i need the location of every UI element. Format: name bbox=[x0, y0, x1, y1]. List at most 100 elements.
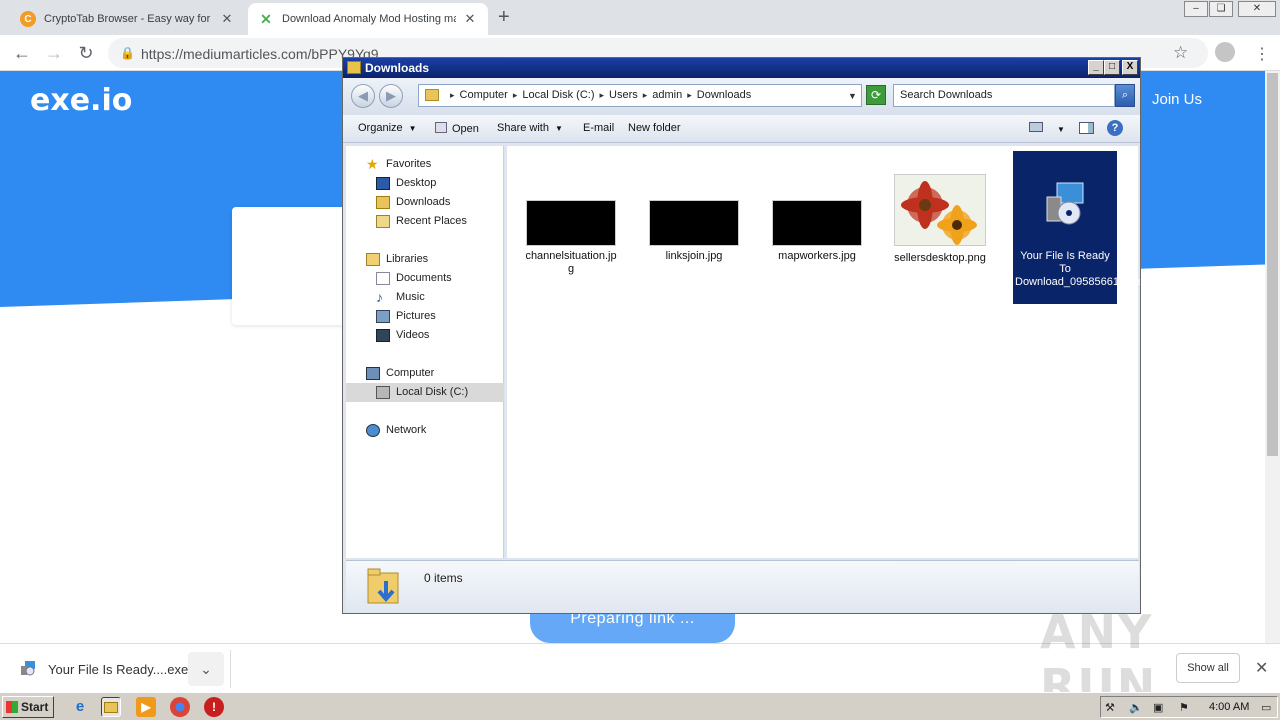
minimize-button[interactable]: _ bbox=[1088, 60, 1104, 75]
tab-title: CryptoTab Browser - Easy way for B bbox=[44, 13, 213, 25]
new-tab-button[interactable]: + bbox=[498, 6, 510, 29]
explorer-window: Downloads _ □ X ◀ ▶ ▸ Computer ▸ Local Disk… bbox=[342, 57, 1152, 614]
nav-label: Pictures bbox=[396, 310, 436, 322]
restore-button[interactable]: ❏ bbox=[1209, 1, 1233, 17]
file-thumbnail bbox=[526, 200, 616, 246]
breadcrumb-arrow-icon[interactable]: ▸ bbox=[513, 90, 518, 100]
profile-avatar-icon[interactable] bbox=[1215, 42, 1235, 62]
nav-music[interactable]: ♪ Music bbox=[346, 288, 504, 307]
breadcrumb-local-disk[interactable]: Local Disk (C:) bbox=[522, 89, 594, 101]
chrome-icon[interactable] bbox=[170, 697, 190, 717]
show-desktop-icon[interactable]: ▭ bbox=[1261, 701, 1271, 714]
close-tab-icon[interactable]: ✕ bbox=[462, 11, 478, 27]
breadcrumb-arrow-icon[interactable]: ▸ bbox=[643, 90, 648, 100]
breadcrumb-arrow-icon[interactable]: ▸ bbox=[599, 90, 604, 100]
nav-desktop[interactable]: Desktop bbox=[346, 174, 504, 193]
breadcrumb-admin[interactable]: admin bbox=[652, 89, 682, 101]
close-tab-icon[interactable]: ✕ bbox=[219, 11, 235, 27]
close-button[interactable]: X bbox=[1122, 60, 1138, 75]
nav-downloads[interactable]: Downloads bbox=[346, 193, 504, 212]
back-button[interactable]: ← bbox=[10, 41, 34, 65]
tab-cryptotab[interactable]: C CryptoTab Browser - Easy way for B ✕ bbox=[10, 3, 245, 35]
minimize-button[interactable]: – bbox=[1184, 1, 1208, 17]
reload-button[interactable]: ↻ bbox=[74, 41, 98, 65]
tab-download-anomaly[interactable]: ✕ Download Anomaly Mod Hosting mas ✕ bbox=[248, 3, 488, 35]
nav-network[interactable]: Network bbox=[346, 421, 504, 440]
file-item[interactable]: sellersdesktop.png bbox=[888, 174, 992, 265]
forward-arrow-icon[interactable]: ▶ bbox=[379, 84, 403, 108]
nav-computer[interactable]: Computer bbox=[346, 364, 504, 383]
share-with-button[interactable]: Share with ▼ bbox=[497, 122, 563, 134]
recent-places-icon bbox=[376, 215, 390, 228]
internet-explorer-icon[interactable]: e bbox=[70, 697, 90, 717]
navigation-pane: ★ Favorites Desktop Downloads Recent Pla… bbox=[346, 146, 504, 558]
download-item-name[interactable]: Your File Is Ready....exe bbox=[48, 662, 188, 677]
breadcrumb-arrow-icon[interactable]: ▸ bbox=[450, 90, 455, 100]
nav-label: Desktop bbox=[396, 177, 437, 189]
start-button[interactable]: Start bbox=[2, 696, 54, 718]
tab-title: Download Anomaly Mod Hosting mas bbox=[282, 13, 456, 25]
new-folder-button[interactable]: New folder bbox=[628, 122, 681, 134]
nav-videos[interactable]: Videos bbox=[346, 326, 504, 345]
start-label: Start bbox=[21, 700, 49, 714]
chevron-down-icon[interactable]: ⌄ bbox=[188, 652, 224, 686]
nav-documents[interactable]: Documents bbox=[346, 269, 504, 288]
nav-local-disk[interactable]: Local Disk (C:) bbox=[346, 383, 504, 402]
breadcrumb-downloads[interactable]: Downloads bbox=[697, 89, 751, 101]
file-item[interactable]: mapworkers.jpg bbox=[765, 200, 869, 263]
downloads-folder-icon bbox=[425, 89, 439, 102]
dropdown-arrow-icon: ▼ bbox=[408, 124, 417, 133]
menu-dots-icon[interactable]: ⋮ bbox=[1254, 44, 1270, 64]
preview-pane-icon[interactable] bbox=[1079, 122, 1094, 137]
nav-pictures[interactable]: Pictures bbox=[346, 307, 504, 326]
help-icon[interactable]: ? bbox=[1107, 120, 1123, 136]
search-input[interactable]: Search Downloads bbox=[893, 84, 1115, 107]
file-item[interactable]: channelsituation.jpg bbox=[519, 200, 623, 276]
breadcrumb-arrow-icon[interactable]: ▸ bbox=[687, 90, 692, 100]
file-name: channelsituation.jpg bbox=[525, 250, 617, 275]
bookmark-star-icon[interactable]: ☆ bbox=[1173, 43, 1188, 63]
clock[interactable]: 4:00 AM bbox=[1209, 701, 1249, 713]
change-view-icon[interactable] bbox=[1029, 122, 1043, 135]
share-with-label: Share with bbox=[497, 122, 549, 134]
divider bbox=[230, 650, 231, 688]
site-logo[interactable]: exe.io bbox=[30, 83, 132, 118]
explorer-title-bar[interactable]: Downloads _ □ X bbox=[343, 58, 1140, 78]
scrollbar-thumb[interactable] bbox=[1267, 73, 1278, 456]
folder-icon bbox=[347, 61, 361, 74]
maximize-button[interactable]: □ bbox=[1104, 60, 1120, 75]
windows-explorer-icon[interactable] bbox=[101, 697, 121, 717]
breadcrumb[interactable]: ▸ Computer ▸ Local Disk (C:) ▸ Users ▸ admin ▸ Do… bbox=[418, 84, 862, 107]
file-item-selected[interactable]: Your File Is Ready To Download_095856610… bbox=[1013, 151, 1152, 304]
file-item[interactable]: linksjoin.jpg bbox=[642, 200, 746, 263]
search-icon[interactable]: ⌕ bbox=[1115, 84, 1135, 107]
breadcrumb-users[interactable]: Users bbox=[609, 89, 638, 101]
media-player-icon[interactable]: ▶ bbox=[136, 697, 156, 717]
refresh-icon[interactable]: ⟳ bbox=[866, 85, 886, 105]
file-name: sellersdesktop.png bbox=[894, 252, 986, 264]
network-tray-icon[interactable]: ▣ bbox=[1153, 701, 1163, 714]
action-center-flag-icon[interactable]: ⚑ bbox=[1179, 701, 1189, 714]
breadcrumb-computer[interactable]: Computer bbox=[460, 89, 508, 101]
email-button[interactable]: E-mail bbox=[583, 122, 614, 134]
file-thumbnail bbox=[649, 200, 739, 246]
tray-wrench-icon[interactable]: ⚒ bbox=[1105, 701, 1115, 714]
nav-favorites[interactable]: ★ Favorites bbox=[346, 155, 504, 174]
command-bar: Organize ▼ Open Share with ▼ E-mail New fo… bbox=[343, 115, 1140, 143]
organize-button[interactable]: Organize ▼ bbox=[358, 122, 417, 134]
nav-libraries[interactable]: Libraries bbox=[346, 250, 504, 269]
pictures-icon bbox=[376, 310, 390, 323]
forward-button[interactable]: → bbox=[42, 41, 66, 65]
back-arrow-icon[interactable]: ◀ bbox=[351, 84, 375, 108]
volume-icon[interactable]: 🔈 bbox=[1129, 701, 1143, 714]
history-dropdown-icon[interactable]: ▼ bbox=[848, 91, 857, 101]
nav-recent-places[interactable]: Recent Places bbox=[346, 212, 504, 231]
security-alert-icon[interactable]: ! bbox=[204, 697, 224, 717]
open-button[interactable]: Open bbox=[435, 122, 479, 135]
join-us-link[interactable]: Join Us bbox=[1152, 91, 1202, 108]
page-scrollbar[interactable] bbox=[1265, 71, 1280, 643]
taskbar: Start e ▶ ! ⚒ 🔈 ▣ ⚑ 4:00 AM ▭ bbox=[0, 692, 1280, 720]
view-dropdown-icon[interactable]: ▼ bbox=[1057, 125, 1065, 134]
close-window-button[interactable]: ✕ bbox=[1238, 1, 1276, 17]
file-name: mapworkers.jpg bbox=[778, 250, 856, 262]
